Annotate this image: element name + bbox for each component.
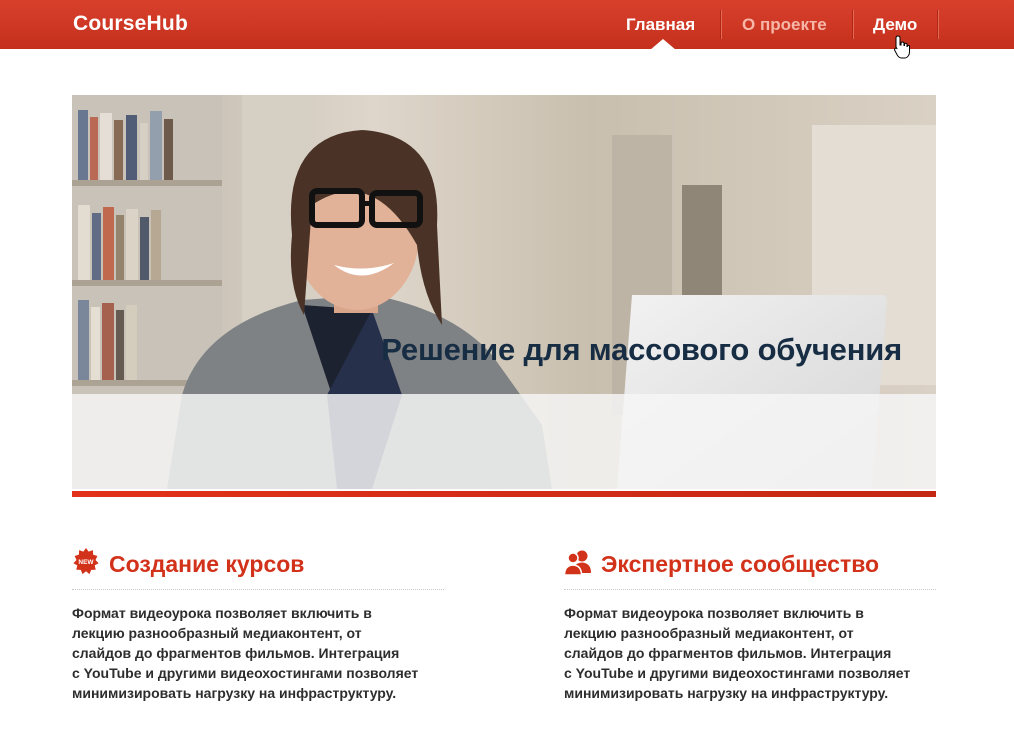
description-line: Формат видеоурока позволяет включить в	[72, 605, 372, 621]
feature-title: Экспертное сообщество	[601, 551, 880, 577]
description-line: слайдов до фрагментов фильмов. Интеграци…	[72, 645, 400, 661]
description-line: лекцию разнообразный медиаконтент, от	[72, 625, 362, 641]
nav-item-about[interactable]: О проекте	[742, 15, 827, 35]
nav-divider	[720, 10, 722, 39]
nav-divider	[937, 10, 939, 39]
feature-header: NEW Создание курсов	[72, 546, 444, 584]
nav-divider	[852, 10, 854, 39]
hero-banner	[72, 95, 936, 489]
hero-caption-overlay	[72, 394, 936, 489]
hero-title: Решение для массового обучения	[381, 332, 902, 367]
feature-title: Создание курсов	[109, 551, 305, 577]
description-line: с YouTube и другими видеохостингами позв…	[72, 665, 419, 681]
active-nav-indicator	[650, 39, 676, 50]
hero-accent-bar	[72, 491, 936, 497]
feature-description: Формат видеоурока позволяет включить в л…	[564, 603, 954, 703]
feature-header: Экспертное сообщество	[564, 546, 936, 584]
description-line: лекцию разнообразный медиаконтент, от	[564, 625, 854, 641]
nav-item-demo[interactable]: Демо	[873, 15, 917, 35]
description-line: слайдов до фрагментов фильмов. Интеграци…	[564, 645, 892, 661]
feature-course-creation: NEW Создание курсов Формат видеоурока по…	[72, 546, 444, 701]
nav-item-home[interactable]: Главная	[626, 15, 695, 35]
hand-cursor-icon	[894, 35, 910, 59]
svg-text:NEW: NEW	[78, 559, 94, 566]
description-line: Формат видеоурока позволяет включить в	[564, 605, 864, 621]
users-icon	[564, 550, 591, 576]
description-line: с YouTube и другими видеохостингами позв…	[564, 665, 911, 681]
site-logo[interactable]: CourseHub	[73, 12, 188, 36]
feature-description: Формат видеоурока позволяет включить в л…	[72, 603, 462, 703]
dotted-divider	[72, 589, 444, 590]
feature-expert-community: Экспертное сообщество Формат видеоурока …	[564, 546, 936, 701]
description-line: минимизировать нагрузку на инфраструктур…	[72, 685, 397, 701]
description-line: минимизировать нагрузку на инфраструктур…	[564, 685, 889, 701]
new-badge-icon: NEW	[73, 548, 99, 575]
dotted-divider	[564, 589, 936, 590]
top-navigation-bar: CourseHub Главная О проекте Демо	[0, 0, 1014, 50]
